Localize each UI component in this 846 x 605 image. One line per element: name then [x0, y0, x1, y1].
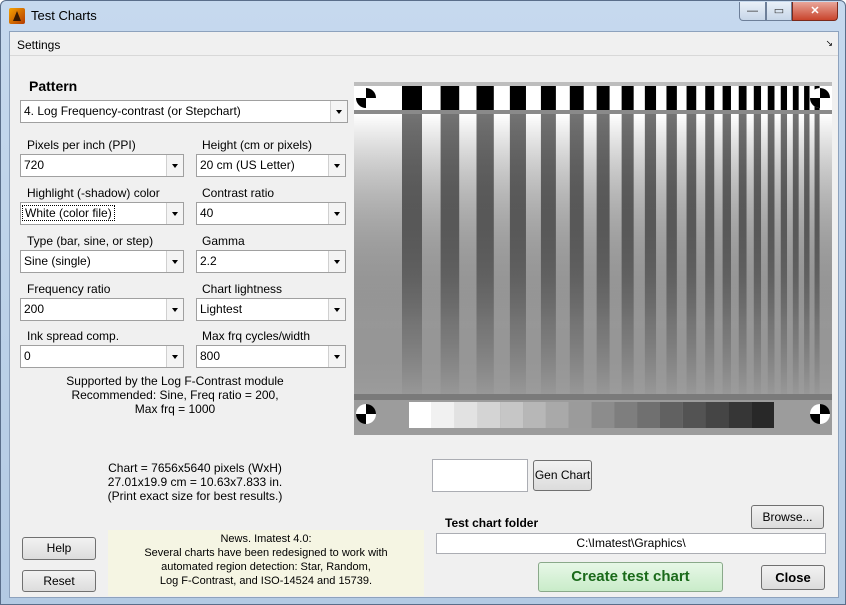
dock-arrow-icon[interactable]: ↘ — [825, 38, 833, 49]
pattern-select[interactable]: 4. Log Frequency-contrast (or Stepchart) — [20, 100, 348, 123]
highlight-select[interactable]: White (color file) — [20, 202, 184, 225]
highlight-value: White (color file) — [22, 205, 115, 221]
chevron-down-icon — [166, 203, 183, 224]
ppi-value: 720 — [24, 158, 45, 172]
type-select[interactable]: Sine (single) — [20, 250, 184, 273]
create-test-chart-button[interactable]: Create test chart — [538, 562, 723, 592]
pattern-heading: Pattern — [29, 78, 78, 94]
chevron-down-icon — [166, 251, 183, 272]
chevron-down-icon — [330, 101, 347, 122]
news-line: Log F-Contrast, and ISO-14524 and 15739. — [159, 575, 373, 587]
module-info-line: Max frq = 1000 — [134, 402, 216, 416]
pattern-select-value: 4. Log Frequency-contrast (or Stepchart) — [24, 104, 241, 118]
help-button[interactable]: Help — [22, 537, 96, 560]
chevron-down-icon — [328, 155, 345, 176]
main-window: Test Charts — ▭ ✕ Settings ↘ Pattern 4. … — [0, 0, 846, 605]
news-line: Several charts have been redesigned to w… — [144, 547, 388, 559]
lightness-select[interactable]: Lightest — [196, 298, 346, 321]
type-value: Sine (single) — [24, 254, 91, 268]
chart-size-info: Chart = 7656x5640 pixels (WxH) 27.01x19.… — [90, 461, 300, 503]
chevron-down-icon — [166, 346, 183, 367]
log-frequency-contrast-chart — [354, 82, 832, 435]
test-chart-folder-label: Test chart folder — [445, 516, 539, 530]
gen-chart-button[interactable]: Gen Chart — [533, 460, 592, 491]
chevron-down-icon — [166, 155, 183, 176]
highlight-label: Highlight (-shadow) color — [27, 186, 160, 200]
close-button[interactable]: Close — [761, 565, 825, 590]
chevron-down-icon — [328, 251, 345, 272]
gamma-value: 2.2 — [200, 254, 217, 268]
type-label: Type (bar, sine, or step) — [27, 234, 154, 248]
chart-preview-image — [354, 82, 832, 435]
contrast-value: 40 — [200, 206, 214, 220]
news-line: automated region detection: Star, Random… — [161, 561, 371, 573]
lightness-label: Chart lightness — [202, 282, 283, 296]
client-area: Settings ↘ Pattern 4. Log Frequency-cont… — [9, 31, 839, 598]
news-line: News. Imatest 4.0: — [220, 533, 312, 545]
chevron-down-icon — [328, 346, 345, 367]
module-info-line: Recommended: Sine, Freq ratio = 200, — [71, 388, 279, 402]
contrast-label: Contrast ratio — [202, 186, 275, 200]
matlab-app-icon — [9, 8, 25, 24]
ppi-label: Pixels per inch (PPI) — [27, 138, 136, 152]
window-close-button[interactable]: ✕ — [792, 2, 838, 21]
module-info-line: Supported by the Log F-Contrast module — [66, 374, 284, 388]
ink-spread-value: 0 — [24, 349, 31, 363]
chevron-down-icon — [328, 299, 345, 320]
menu-bar: Settings ↘ — [10, 32, 838, 56]
freq-ratio-value: 200 — [24, 302, 45, 316]
height-select[interactable]: 20 cm (US Letter) — [196, 154, 346, 177]
test-chart-folder-field[interactable]: C:\Imatest\Graphics\ — [436, 533, 826, 554]
module-info: Supported by the Log F-Contrast module R… — [60, 374, 290, 416]
max-frq-select[interactable]: 800 — [196, 345, 346, 368]
contrast-select[interactable]: 40 — [196, 202, 346, 225]
chart-size-line: Chart = 7656x5640 pixels (WxH) — [108, 461, 282, 475]
gen-chart-input[interactable] — [432, 459, 528, 492]
browse-button[interactable]: Browse... — [751, 505, 824, 529]
gamma-select[interactable]: 2.2 — [196, 250, 346, 273]
height-label: Height (cm or pixels) — [202, 138, 313, 152]
max-frq-value: 800 — [200, 349, 221, 363]
ink-spread-label: Ink spread comp. — [27, 329, 120, 343]
title-bar: Test Charts — ▭ ✕ — [1, 1, 845, 31]
menu-settings[interactable]: Settings — [17, 38, 60, 52]
minimize-button[interactable]: — — [739, 2, 766, 21]
maximize-button[interactable]: ▭ — [766, 2, 792, 21]
news-panel: News. Imatest 4.0: Several charts have b… — [108, 530, 424, 596]
gamma-label: Gamma — [202, 234, 245, 248]
window-title: Test Charts — [31, 8, 97, 23]
chevron-down-icon — [328, 203, 345, 224]
chart-size-line: (Print exact size for best results.) — [107, 489, 283, 503]
height-value: 20 cm (US Letter) — [200, 158, 295, 172]
ppi-select[interactable]: 720 — [20, 154, 184, 177]
chevron-down-icon — [166, 299, 183, 320]
max-frq-label: Max frq cycles/width — [202, 329, 311, 343]
reset-button[interactable]: Reset — [22, 570, 96, 592]
freq-ratio-select[interactable]: 200 — [20, 298, 184, 321]
chart-size-line: 27.01x19.9 cm = 10.63x7.833 in. — [107, 475, 283, 489]
ink-spread-select[interactable]: 0 — [20, 345, 184, 368]
lightness-value: Lightest — [200, 302, 243, 316]
freq-ratio-label: Frequency ratio — [27, 282, 111, 296]
